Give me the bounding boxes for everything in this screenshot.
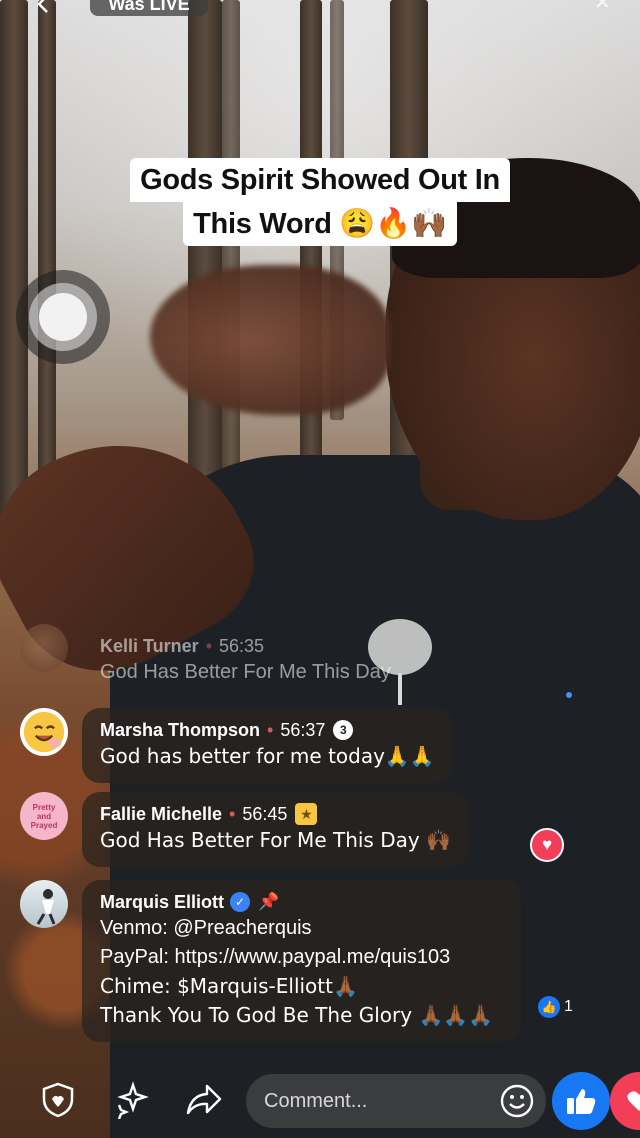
comment-text-line: Venmo: @Preacherquis: [100, 917, 312, 939]
share-icon[interactable]: [184, 1080, 224, 1120]
avatar[interactable]: [20, 708, 68, 756]
comment-input[interactable]: [264, 1089, 498, 1113]
star-badge-icon: ★: [295, 803, 318, 825]
comment-text: God has better for me today🙏🙏: [100, 744, 435, 768]
separator-dot: •: [205, 636, 212, 656]
comment-author[interactable]: Marquis Elliott: [100, 890, 224, 914]
back-arrow-icon[interactable]: [34, 0, 54, 14]
heart-reaction-icon[interactable]: ♥: [530, 828, 564, 862]
comment-bubble: Marsha Thompson • 56:37 3 God has better…: [82, 708, 453, 783]
separator-dot: •: [229, 804, 236, 824]
comment-item: Pretty and Prayed Fallie Michelle • 56:4…: [20, 792, 469, 867]
smiling-face-icon: [23, 711, 65, 753]
comment-bubble: Kelli Turner • 56:35 God Has Better For …: [82, 624, 409, 699]
was-live-badge: Was LIVE: [90, 0, 208, 16]
comment-text-line[interactable]: PayPal: https://www.paypal.me/quis103: [100, 943, 493, 972]
title-line-2: This Word 😩🔥🙌🏾: [183, 202, 457, 246]
comment-input-box[interactable]: [246, 1074, 546, 1128]
pin-icon: 📌: [258, 892, 280, 911]
floating-button-core: [39, 293, 87, 341]
tree-trunk: [38, 0, 56, 520]
comment-text-line: Chime: $Marquis-Elliott🙏🏾: [100, 974, 358, 998]
comment-text: God Has Better For Me This Day 🙌🏾: [100, 828, 451, 852]
comment-bubble: Fallie Michelle • 56:45 ★ God Has Better…: [82, 792, 469, 867]
floating-button-ring: [29, 283, 97, 351]
video-title: Gods Spirit Showed Out In This Word 😩🔥🙌🏾: [0, 158, 640, 246]
comment-item: Marsha Thompson • 56:37 3 God has better…: [20, 708, 453, 783]
love-icon: [627, 1091, 640, 1111]
comment-text-line: Thank You To God Be The Glory 🙏🏾🙏🏾🙏🏾: [100, 1003, 494, 1027]
avatar[interactable]: Pretty and Prayed: [20, 792, 68, 840]
like-mini-icon: 👍: [538, 996, 560, 1018]
like-icon: [567, 1089, 596, 1114]
tree-trunk: [0, 0, 28, 560]
avatar[interactable]: [20, 624, 68, 672]
avatar-text: Pretty and Prayed: [30, 802, 58, 830]
comment-text: God Has Better For Me This Day: [100, 661, 391, 683]
shield-icon[interactable]: [38, 1080, 78, 1120]
separator-dot: •: [267, 720, 274, 740]
tree-trunk: [188, 0, 222, 540]
comment-like-count[interactable]: 👍 1: [538, 996, 573, 1018]
comment-bubble: Marquis Elliott ✓ 📌 Venmo: @Preacherquis…: [82, 880, 522, 1042]
comment-author[interactable]: Kelli Turner: [100, 634, 199, 658]
comment-author[interactable]: Marsha Thompson: [100, 718, 260, 742]
comment-time: 56:45: [242, 804, 288, 824]
sparkle-icon[interactable]: [110, 1080, 150, 1120]
indicator-dot: [566, 692, 572, 698]
comment-author[interactable]: Fallie Michelle: [100, 802, 222, 826]
title-line-1: Gods Spirit Showed Out In: [130, 158, 510, 202]
smiley-icon[interactable]: [498, 1082, 536, 1120]
verified-badge-icon: ✓: [230, 892, 251, 912]
fan-badge-icon: 3: [333, 720, 354, 740]
like-button[interactable]: [552, 1072, 610, 1130]
floating-assistive-button[interactable]: [16, 270, 110, 364]
like-count-number: 1: [564, 998, 573, 1015]
close-icon[interactable]: ✕: [594, 0, 611, 15]
person-photo-icon: [36, 889, 56, 925]
comment-time: 56:35: [219, 636, 265, 656]
comment-item: Kelli Turner • 56:35 God Has Better For …: [20, 624, 409, 699]
comment-time: 56:37: [280, 720, 326, 740]
avatar[interactable]: [20, 880, 68, 928]
comment-item: Marquis Elliott ✓ 📌 Venmo: @Preacherquis…: [20, 880, 522, 1042]
